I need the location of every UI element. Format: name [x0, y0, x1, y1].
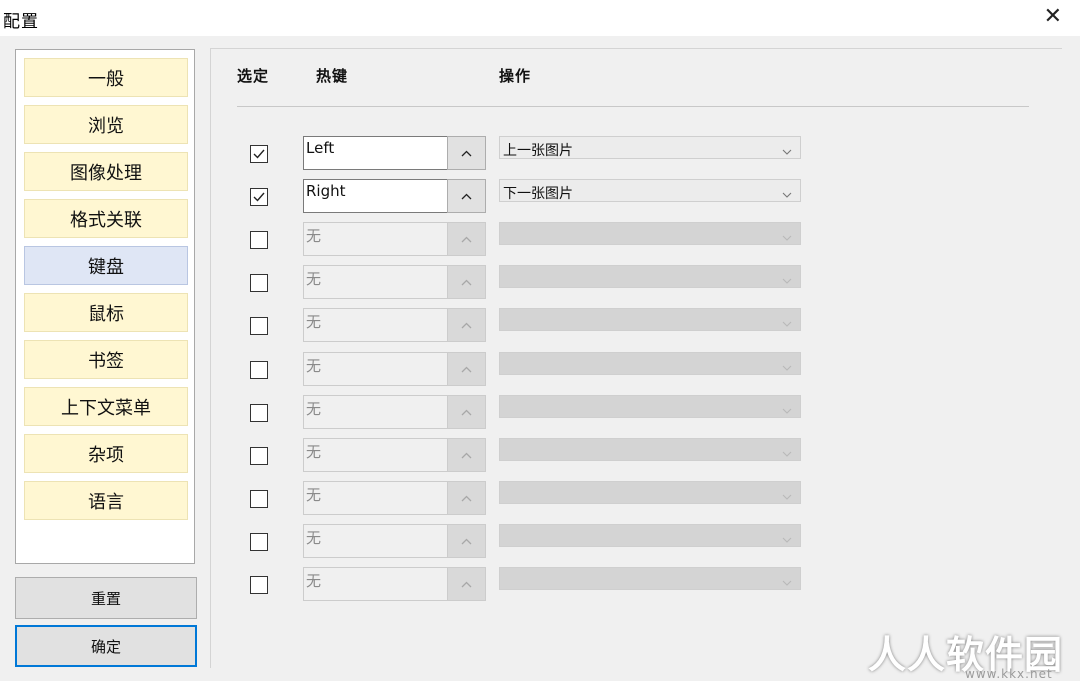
hotkey-field[interactable]: Left	[303, 136, 448, 170]
row-checkbox[interactable]	[250, 231, 268, 249]
caret-up-icon	[461, 409, 472, 416]
hotkey-capture-button[interactable]	[447, 179, 486, 213]
reset-button[interactable]: 重置	[15, 577, 197, 619]
action-dropdown[interactable]: 下一张图片	[499, 179, 801, 202]
caret-up-icon	[461, 193, 472, 200]
nav-item-keyboard[interactable]: 键盘	[24, 246, 188, 285]
title-bar: 配置 ✕	[0, 0, 1080, 36]
caret-up-icon	[461, 366, 472, 373]
watermark-url: www.kkx.net	[965, 667, 1053, 681]
row-checkbox[interactable]	[250, 490, 268, 508]
chevron-down-icon	[782, 229, 792, 245]
nav-item-misc[interactable]: 杂项	[24, 434, 188, 473]
ok-button[interactable]: 确定	[15, 625, 197, 667]
hotkey-capture-button[interactable]	[447, 524, 486, 558]
chevron-down-icon	[782, 272, 792, 288]
chevron-down-icon	[782, 186, 792, 202]
check-icon	[253, 192, 265, 202]
action-dropdown[interactable]	[499, 308, 801, 331]
hotkey-field[interactable]: 无	[303, 567, 448, 601]
window-title: 配置	[3, 7, 39, 32]
chevron-down-icon	[782, 445, 792, 461]
row-checkbox[interactable]	[250, 274, 268, 292]
nav-item-bookmarks[interactable]: 书签	[24, 340, 188, 379]
action-dropdown[interactable]	[499, 395, 801, 418]
category-list: 一般 浏览 图像处理 格式关联 键盘 鼠标 书签 上下文菜单 杂项 语言	[15, 49, 195, 564]
action-dropdown[interactable]	[499, 438, 801, 461]
action-dropdown[interactable]	[499, 567, 801, 590]
header-select: 选定	[237, 65, 269, 86]
chevron-down-icon	[782, 531, 792, 547]
caret-up-icon	[461, 538, 472, 545]
hotkey-capture-button[interactable]	[447, 308, 486, 342]
hotkey-field[interactable]: 无	[303, 438, 448, 472]
action-dropdown[interactable]	[499, 265, 801, 288]
nav-item-file-association[interactable]: 格式关联	[24, 199, 188, 238]
close-icon[interactable]: ✕	[1044, 4, 1062, 30]
hotkey-capture-button[interactable]	[447, 395, 486, 429]
hotkey-field[interactable]: 无	[303, 524, 448, 558]
chevron-down-icon	[782, 402, 792, 418]
caret-up-icon	[461, 322, 472, 329]
hotkey-capture-button[interactable]	[447, 438, 486, 472]
row-checkbox[interactable]	[250, 533, 268, 551]
header-divider	[237, 106, 1029, 107]
hotkey-capture-button[interactable]	[447, 222, 486, 256]
action-dropdown-value: 上一张图片	[503, 143, 573, 159]
hotkey-capture-button[interactable]	[447, 567, 486, 601]
hotkey-capture-button[interactable]	[447, 352, 486, 386]
header-action: 操作	[499, 65, 531, 86]
caret-up-icon	[461, 495, 472, 502]
action-dropdown[interactable]	[499, 524, 801, 547]
row-checkbox[interactable]	[250, 447, 268, 465]
caret-up-icon	[461, 581, 472, 588]
chevron-down-icon	[782, 315, 792, 331]
hotkey-capture-button[interactable]	[447, 481, 486, 515]
hotkey-field[interactable]: 无	[303, 265, 448, 299]
nav-item-language[interactable]: 语言	[24, 481, 188, 520]
hotkey-capture-button[interactable]	[447, 265, 486, 299]
hotkey-field[interactable]: 无	[303, 395, 448, 429]
hotkey-field[interactable]: 无	[303, 222, 448, 256]
row-checkbox[interactable]	[250, 404, 268, 422]
nav-item-mouse[interactable]: 鼠标	[24, 293, 188, 332]
chevron-down-icon	[782, 359, 792, 375]
hotkey-capture-button[interactable]	[447, 136, 486, 170]
action-dropdown[interactable]	[499, 481, 801, 504]
caret-up-icon	[461, 279, 472, 286]
action-dropdown-value: 下一张图片	[503, 186, 573, 202]
nav-item-general[interactable]: 一般	[24, 58, 188, 97]
row-checkbox[interactable]	[250, 188, 268, 206]
nav-item-image-processing[interactable]: 图像处理	[24, 152, 188, 191]
nav-item-browse[interactable]: 浏览	[24, 105, 188, 144]
check-icon	[253, 149, 265, 159]
chevron-down-icon	[782, 488, 792, 504]
nav-item-context-menu[interactable]: 上下文菜单	[24, 387, 188, 426]
action-dropdown[interactable]: 上一张图片	[499, 136, 801, 159]
caret-up-icon	[461, 452, 472, 459]
row-checkbox[interactable]	[250, 317, 268, 335]
hotkey-field[interactable]: 无	[303, 308, 448, 342]
caret-up-icon	[461, 236, 472, 243]
action-dropdown[interactable]	[499, 222, 801, 245]
chevron-down-icon	[782, 143, 792, 159]
caret-up-icon	[461, 150, 472, 157]
hotkey-field[interactable]: 无	[303, 352, 448, 386]
header-hotkey: 热键	[316, 65, 348, 86]
hotkey-field[interactable]: 无	[303, 481, 448, 515]
action-dropdown[interactable]	[499, 352, 801, 375]
hotkey-field[interactable]: Right	[303, 179, 448, 213]
row-checkbox[interactable]	[250, 145, 268, 163]
row-checkbox[interactable]	[250, 576, 268, 594]
row-checkbox[interactable]	[250, 361, 268, 379]
chevron-down-icon	[782, 574, 792, 590]
